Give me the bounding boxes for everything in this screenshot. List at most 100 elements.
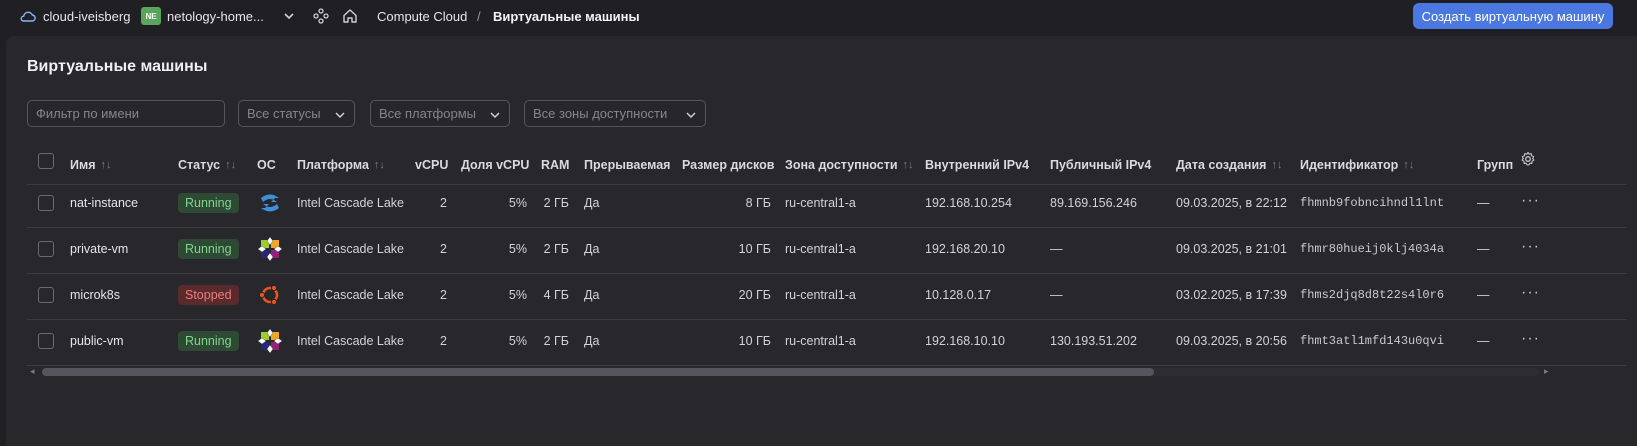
zone-filter-value: Все зоны доступности [533,106,668,121]
sort-icon: ↑↓ [902,159,914,171]
vm-disk: 8 ГБ [745,196,771,210]
vm-vcpu-share: 5% [508,196,527,210]
vm-vcpu: 2 [440,196,447,210]
breadcrumb-current: Виртуальные машины [493,9,640,24]
column-header-status[interactable]: Статус ↑↓ [178,158,236,172]
column-header-disk: Размер дисков [682,158,774,172]
vm-id: fhmr80hueij0klj4034a [1300,242,1445,256]
platform-filter-select[interactable]: Все платформы [370,100,510,127]
status-badge: Running [178,239,239,259]
vm-group: — [1477,242,1490,256]
chevron-down-icon [686,112,696,119]
vm-name[interactable]: public-vm [70,334,124,348]
row-menu-button[interactable]: ··· [1521,193,1540,209]
vm-vcpu-share: 5% [508,242,527,256]
table-row[interactable]: nat-instance Running Intel Cascade Lake … [27,180,1627,228]
breadcrumb-service[interactable]: Compute Cloud [377,9,467,24]
vm-group: — [1477,288,1490,302]
column-label: Прерываемая [584,158,671,172]
status-badge: Running [178,193,239,213]
column-label: Зона доступности [785,158,898,172]
row-checkbox[interactable] [38,195,54,211]
column-header-platform[interactable]: Платформа ↑↓ [297,158,385,172]
vm-disk: 20 ГБ [738,288,771,302]
vm-ipv4-public: — [1050,288,1063,302]
column-label: Имя [70,158,96,172]
row-menu-button[interactable]: ··· [1521,331,1540,347]
vm-zone: ru-central1-a [785,242,856,256]
column-header-created[interactable]: Дата создания ↑↓ [1176,158,1282,172]
scrollbar-thumb[interactable] [42,368,1154,376]
vm-ipv4-public: — [1050,242,1063,256]
column-label: Публичный IPv4 [1050,158,1152,172]
cloud-selector[interactable]: cloud-iveisberg [43,9,130,24]
vm-zone: ru-central1-a [785,196,856,210]
row-menu-button[interactable]: ··· [1521,285,1540,301]
vm-name[interactable]: private-vm [70,242,128,256]
row-checkbox[interactable] [38,287,54,303]
vm-preemptible: Да [584,196,600,210]
select-all-checkbox[interactable] [38,153,54,169]
create-vm-button[interactable]: Создать виртуальную машину [1413,3,1613,29]
home-icon[interactable] [342,8,358,24]
ubuntu-icon [258,284,279,306]
scroll-right-icon[interactable]: ▸ [1544,366,1549,377]
folder-selector[interactable]: netology-home... [167,9,264,24]
vm-name[interactable]: nat-instance [70,196,138,210]
sort-icon: ↑↓ [100,159,112,171]
centos-icon [257,236,283,262]
column-label: Размер дисков [682,158,775,172]
vm-created: 09.03.2025, в 22:12 [1176,196,1287,210]
gear-icon[interactable] [1520,151,1536,167]
chevron-down-icon[interactable] [282,9,296,23]
vm-ipv4-internal: 192.168.10.10 [925,334,1005,348]
vm-preemptible: Да [584,242,600,256]
table-row[interactable]: microk8s Stopped Intel Cascade Lake 2 5%… [27,272,1627,320]
zone-filter-select[interactable]: Все зоны доступности [524,100,706,127]
top-bar: cloud-iveisberg NE netology-home... Comp… [0,0,1637,34]
column-header-id[interactable]: Идентификатор ↑↓ [1300,158,1414,172]
vm-id: fhmnb9fobncihndl1lnt [1300,196,1445,210]
vm-disk: 10 ГБ [738,334,771,348]
folder-avatar: NE [141,7,161,25]
column-label: Групп [1477,158,1514,172]
column-label: Внутренний IPv4 [925,158,1030,172]
vm-ram: 4 ГБ [543,288,569,302]
vm-id: fhmt3atl1mfd143u0qvi [1300,334,1445,348]
vm-platform: Intel Cascade Lake [297,242,405,256]
status-filter-select[interactable]: Все статусы [238,100,355,127]
horizontal-scrollbar[interactable]: ◂ ▸ [27,366,1554,378]
vm-platform: Intel Cascade Lake [297,288,405,302]
column-label: Дата создания [1176,158,1267,172]
column-header-zone[interactable]: Зона доступности ↑↓ [785,158,914,172]
centos-icon [257,328,283,354]
vm-group: — [1477,196,1490,210]
row-checkbox[interactable] [38,241,54,257]
table-row[interactable]: public-vm Running Intel Cascade Lake 2 5… [27,318,1627,366]
scroll-left-icon[interactable]: ◂ [30,366,35,377]
column-label: RAM [541,158,570,172]
vm-preemptible: Да [584,334,600,348]
column-header-os: ОС [257,158,276,172]
vm-created: 09.03.2025, в 21:01 [1176,242,1287,256]
vm-created: 03.02.2025, в 17:39 [1176,288,1287,302]
vm-vcpu: 2 [440,334,447,348]
column-header-name[interactable]: Имя ↑↓ [70,158,112,172]
vm-platform: Intel Cascade Lake [297,196,405,210]
sort-icon: ↑↓ [373,159,385,171]
vm-name[interactable]: microk8s [70,288,120,302]
services-icon[interactable] [313,8,329,24]
sort-icon: ↑↓ [225,159,237,171]
column-header-ipv4-internal: Внутренний IPv4 [925,158,1029,172]
vm-ipv4-public: 130.193.51.202 [1050,334,1137,348]
table-row[interactable]: private-vm Running Intel Cascade Lake 2 … [27,226,1627,274]
name-filter-input[interactable] [27,100,225,127]
vm-id: fhms2djq8d8t22s4l0r6 [1300,288,1445,302]
cloud-icon [20,11,36,22]
column-header-ram: RAM [541,158,569,172]
breadcrumb-separator: / [477,9,481,24]
row-menu-button[interactable]: ··· [1521,239,1540,255]
vm-zone: ru-central1-a [785,288,856,302]
status-filter-value: Все статусы [247,106,321,121]
row-checkbox[interactable] [38,333,54,349]
